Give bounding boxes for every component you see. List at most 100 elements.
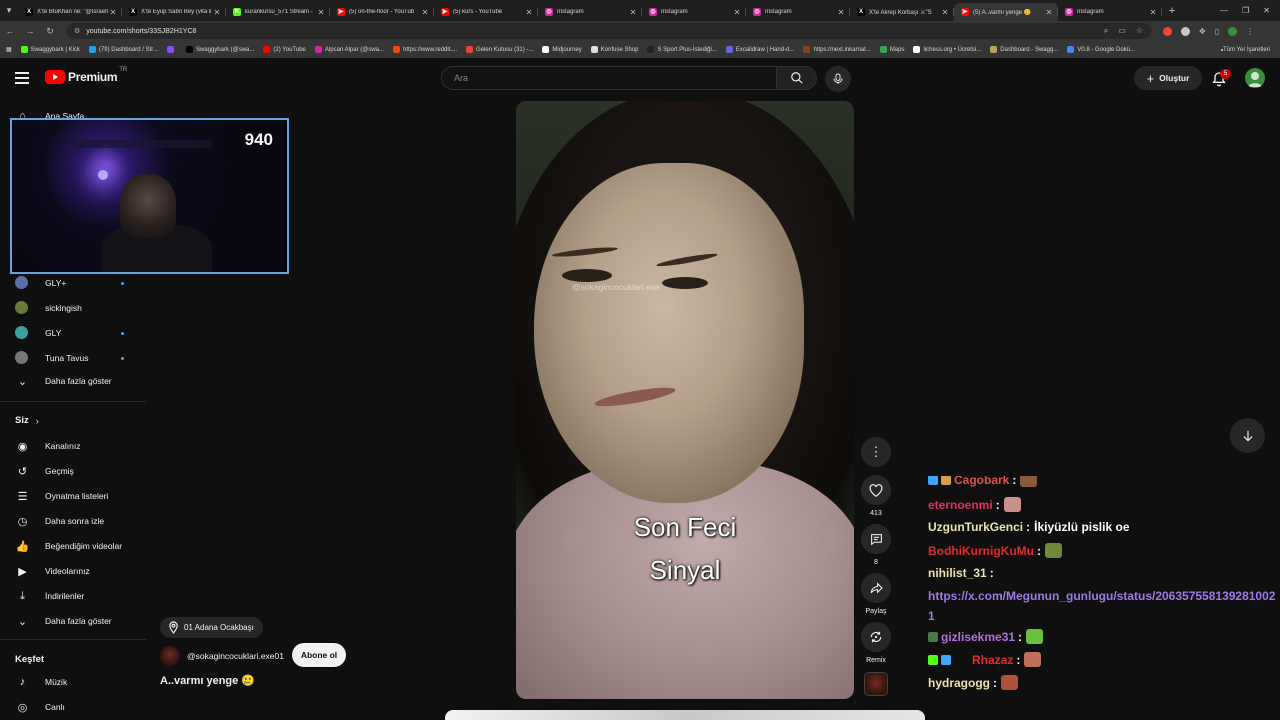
- next-short-button[interactable]: [1230, 418, 1265, 453]
- bookmark-item[interactable]: Excalidraw | Hand-d...: [725, 46, 794, 53]
- tab-close-icon[interactable]: ✕: [940, 8, 950, 17]
- zoom-icon[interactable]: ⌕: [1104, 26, 1108, 36]
- browser-tab[interactable]: X X'te Akrep Korbaşı ⚔"S ✕: [850, 3, 954, 21]
- sidebar-subscription-item[interactable]: Tuna Tavus: [0, 346, 146, 370]
- channel-avatar[interactable]: [160, 646, 180, 666]
- omnibox[interactable]: ⚙ youtube.com/shorts/33SJB2H1YC8 ⌕ ▭ ☆: [66, 23, 1151, 39]
- sidebar-you-header[interactable]: Siz ›: [15, 415, 39, 426]
- account-avatar[interactable]: [1245, 68, 1265, 88]
- sidebar-subscription-item[interactable]: GLY: [0, 321, 146, 345]
- channel-info[interactable]: @sokagincocuklari.exe01: [160, 646, 284, 666]
- tab-close-icon[interactable]: ✕: [732, 8, 742, 17]
- short-video-player[interactable]: @sokagincocuklari.exe Son Feci Sinyal: [516, 101, 854, 699]
- like-button[interactable]: [861, 475, 891, 505]
- browser-tab[interactable]: ▶ (5) A..varmı yenge 🥲 ✕: [954, 3, 1058, 21]
- site-info-icon[interactable]: ⚙: [74, 27, 80, 35]
- sidebar-toggle-icon[interactable]: ▯: [1215, 27, 1219, 36]
- menu-icon[interactable]: [15, 72, 29, 84]
- bookmark-star-icon[interactable]: ☆: [1136, 26, 1143, 36]
- search-input[interactable]: Ara: [441, 66, 777, 90]
- sidebar-item[interactable]: ◎ Canlı: [0, 695, 146, 719]
- bookmark-item[interactable]: Maps: [879, 46, 904, 53]
- bookmark-item[interactable]: Alpcan Alpar (@swa...: [314, 46, 384, 53]
- more-actions[interactable]: ⋮: [861, 437, 891, 467]
- remix-button[interactable]: [861, 622, 891, 652]
- sidebar-item[interactable]: ♪ Müzik: [0, 670, 146, 694]
- bookmark-item[interactable]: Dashboard - Swagg...: [990, 46, 1058, 53]
- browser-tab[interactable]: ◎ Instagram ✕: [746, 3, 850, 21]
- sidebar-item[interactable]: ⌄ Daha fazla göster: [0, 609, 146, 633]
- bookmark-item[interactable]: S Sport Plus-İstediği...: [647, 46, 717, 53]
- location-chip[interactable]: 01 Adana Ocakbaşı: [160, 617, 263, 638]
- chat-username[interactable]: gizlisekme31: [941, 630, 1015, 644]
- bookmark-item[interactable]: V0.8 - Google Dokü...: [1067, 46, 1135, 53]
- next-short-preview[interactable]: [445, 710, 925, 720]
- share-action[interactable]: Paylaş: [861, 573, 891, 615]
- bookmark-item[interactable]: https://next.inkarnat...: [803, 46, 871, 53]
- chat-username[interactable]: UzgunTurkGenci: [928, 520, 1023, 534]
- browser-tab[interactable]: ◎ Instagram ✕: [538, 3, 642, 21]
- profile-icon[interactable]: [1228, 26, 1238, 36]
- search-button[interactable]: [777, 66, 817, 90]
- sidebar-item[interactable]: ◷ Daha sonra izle: [0, 509, 146, 533]
- sound-source-avatar[interactable]: [864, 672, 888, 696]
- sidebar-item[interactable]: ☰ Oynatma listeleri: [0, 484, 146, 508]
- sidebar-subscription-item[interactable]: sickingish: [0, 296, 146, 320]
- sidebar-item[interactable]: ◉ Kanalınız: [0, 434, 146, 458]
- sidebar-item[interactable]: 👍 Beğendiğim videolar: [0, 534, 146, 558]
- bookmark-item[interactable]: Midjourney: [542, 46, 582, 53]
- more-options-button[interactable]: ⋮: [861, 437, 891, 467]
- chat-message-link[interactable]: https://x.com/Megunun_gunlugu/status/206…: [928, 586, 1278, 626]
- sidebar-item[interactable]: ↺ Geçmiş: [0, 459, 146, 483]
- browser-tab[interactable]: ▶ (5) on-the-floor - YouTub ✕: [330, 3, 434, 21]
- close-window-icon[interactable]: ✕: [1263, 6, 1270, 15]
- bookmark-item[interactable]: https://www.reddit....: [393, 46, 457, 53]
- all-bookmarks[interactable]: Tüm Yer İşaretleri: [1220, 47, 1280, 53]
- new-tab-button[interactable]: +: [1164, 5, 1180, 17]
- like-action[interactable]: 413: [861, 475, 891, 517]
- tab-close-icon[interactable]: ✕: [108, 8, 118, 17]
- extension-icon[interactable]: [1163, 26, 1172, 36]
- tab-search-icon[interactable]: ▾: [0, 0, 18, 21]
- comments-button[interactable]: [861, 524, 891, 554]
- browser-tab[interactable]: ◎ Instagram ✕: [642, 3, 746, 21]
- forward-icon[interactable]: →: [20, 26, 40, 36]
- chat-username[interactable]: hydragogg: [928, 676, 990, 690]
- comment-action[interactable]: 8: [861, 524, 891, 566]
- remix-action[interactable]: Remix: [861, 622, 891, 664]
- short-title[interactable]: A..varmı yenge 🥲: [160, 674, 255, 687]
- tab-close-icon[interactable]: ✕: [420, 8, 430, 17]
- bookmark-item[interactable]: Swaggybark (@swa...: [185, 46, 254, 53]
- cast-icon[interactable]: ▭: [1118, 26, 1126, 36]
- url-text[interactable]: youtube.com/shorts/33SJB2H1YC8: [86, 28, 1104, 35]
- browser-tab[interactable]: X X'te Eyüp Sabri Bey (vita li ✕: [122, 3, 226, 21]
- sidebar-item[interactable]: ⤓ İndirilenler: [0, 584, 146, 608]
- tab-close-icon[interactable]: ✕: [212, 8, 222, 17]
- tab-close-icon[interactable]: ✕: [628, 8, 638, 17]
- channel-name[interactable]: @sokagincocuklari.exe01: [187, 651, 284, 661]
- create-button[interactable]: + Oluştur: [1134, 66, 1202, 90]
- subscribe-button[interactable]: Abone ol: [292, 643, 346, 667]
- youtube-premium-logo[interactable]: Premium TR: [45, 67, 127, 84]
- maximize-icon[interactable]: ❐: [1242, 6, 1249, 15]
- bookmark-item[interactable]: (79) Dashboard / Str...: [88, 46, 158, 53]
- chat-username[interactable]: nihilist_31: [928, 566, 987, 580]
- chat-username[interactable]: Cagobark: [954, 476, 1009, 487]
- tab-close-icon[interactable]: ✕: [316, 8, 326, 17]
- chat-username[interactable]: Rhazaz: [972, 653, 1013, 667]
- bookmark-item[interactable]: (2) YouTube: [263, 46, 306, 53]
- extension-icon[interactable]: [1181, 26, 1190, 36]
- sidebar-item[interactable]: ▶ Videolarınız: [0, 559, 146, 583]
- bookmark-item[interactable]: Gelen Kutusu (31) -...: [466, 46, 533, 53]
- sidebar-subs-show-more[interactable]: ⌄ Daha fazla göster: [0, 369, 146, 393]
- extensions-puzzle-icon[interactable]: ✥: [1199, 27, 1206, 36]
- sidebar-subscription-item[interactable]: GLY+: [0, 271, 146, 295]
- tab-close-icon[interactable]: ✕: [524, 8, 534, 17]
- back-icon[interactable]: ←: [0, 26, 20, 36]
- tab-close-icon[interactable]: ✕: [836, 8, 846, 17]
- share-button[interactable]: [861, 573, 891, 603]
- reload-icon[interactable]: ↻: [40, 26, 60, 37]
- browser-tab[interactable]: ◎ Instagram ✕: [1058, 3, 1162, 21]
- browser-tab[interactable]: X X'te BtuKhan ne: "@IsraelI ✕: [18, 3, 122, 21]
- bookmark-item[interactable]: [166, 46, 177, 53]
